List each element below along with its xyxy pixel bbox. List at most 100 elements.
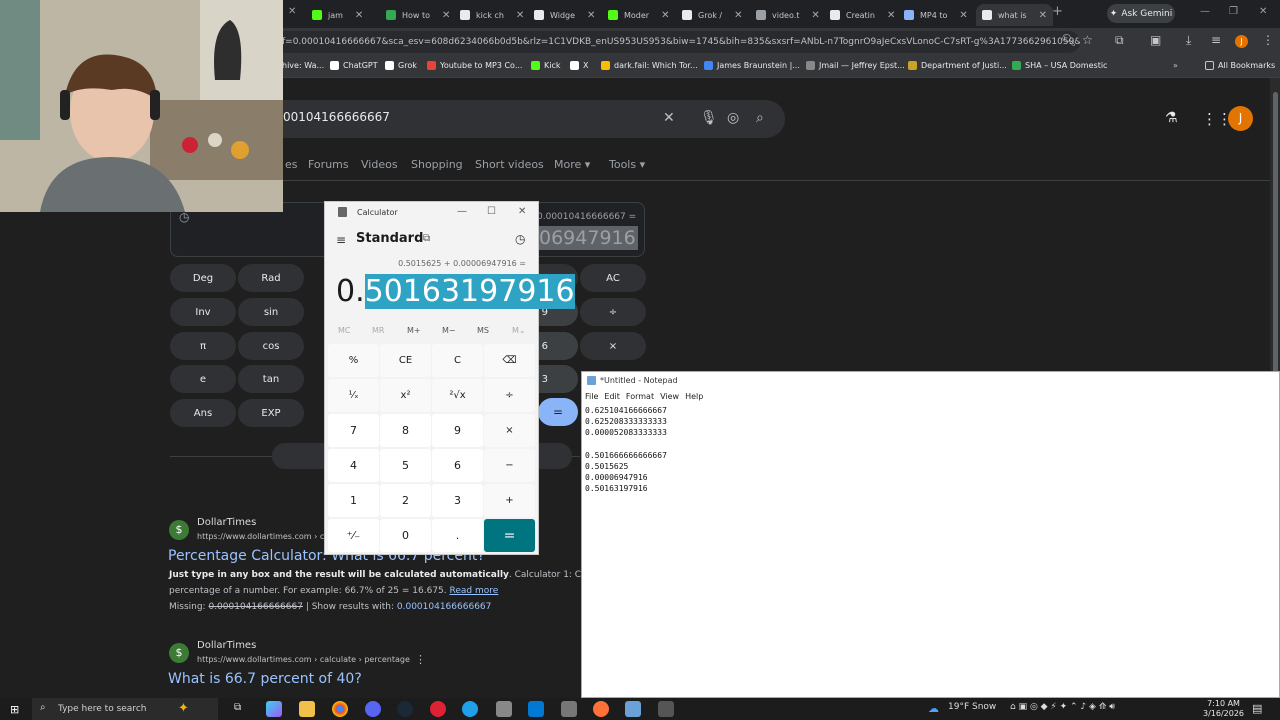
new-tab-icon[interactable]: +	[1052, 4, 1063, 19]
browser-tab[interactable]: video.t ✕	[756, 4, 820, 26]
g-sin-button[interactable]: sin	[238, 298, 304, 326]
g-tan-button[interactable]: tan	[238, 365, 304, 393]
calc-key[interactable]: ÷	[484, 379, 535, 412]
result-site-name[interactable]: DollarTimes	[197, 517, 256, 528]
history-icon[interactable]: ◷	[179, 210, 189, 224]
tab-close-icon[interactable]: ✕	[734, 10, 742, 21]
mem-list-button[interactable]: M⌄	[512, 326, 526, 335]
labs-icon[interactable]: ⚗︎	[1165, 110, 1178, 126]
windows-start-icon[interactable]: ⊞	[10, 703, 19, 716]
mem-store-button[interactable]: MS	[477, 326, 489, 335]
media-icon[interactable]: ≡	[1211, 33, 1221, 47]
tab-close-icon[interactable]: ✕	[959, 10, 967, 21]
app-icon[interactable]	[561, 701, 577, 717]
menu-icon[interactable]: ⋮	[1262, 33, 1274, 47]
tab-shopping[interactable]: Shopping	[411, 158, 463, 171]
bookmark-item[interactable]: ChatGPT	[330, 61, 378, 70]
calc-key[interactable]: ×	[484, 414, 535, 447]
lens-icon[interactable]: ◎	[727, 110, 739, 126]
calc-key[interactable]: −	[484, 449, 535, 482]
download-icon[interactable]: ⤓	[1186, 33, 1191, 48]
menu-edit[interactable]: Edit	[604, 392, 620, 401]
bookmark-item[interactable]: Jmail — Jeffrey Epst...	[806, 61, 905, 70]
bookmark-item[interactable]: hive: Wa...	[282, 61, 324, 70]
browser-tab[interactable]: How to ✕	[386, 4, 450, 26]
show-results-link[interactable]: 0.000104166666667	[397, 602, 491, 612]
restore-icon[interactable]: ❐	[1229, 6, 1238, 17]
address-bar[interactable]: f=0.00010416666667&sca_esv=608d6234066b0…	[270, 31, 1080, 53]
sidebar-icon[interactable]: ▣	[1150, 33, 1161, 47]
tab-more[interactable]: More ▾	[554, 158, 590, 171]
result-menu-icon[interactable]: ⋮	[415, 653, 426, 666]
bookmark-item[interactable]: Grok	[385, 61, 417, 70]
menu-help[interactable]: Help	[685, 392, 703, 401]
mem-recall-button[interactable]: MR	[372, 326, 384, 335]
search-query[interactable]: 00104166666667	[283, 110, 390, 124]
browser-tab[interactable]: kick ch ✕	[460, 4, 524, 26]
browser-tab[interactable]: Grok / ✕	[682, 4, 742, 26]
bookmark-item[interactable]: X	[570, 61, 588, 70]
calc-key[interactable]: 7	[328, 414, 379, 447]
calc-key[interactable]: =	[484, 519, 535, 552]
browser-tab[interactable]: Creatin ✕	[830, 4, 895, 26]
calc-key[interactable]: +	[484, 484, 535, 517]
calc-key[interactable]: 2	[380, 484, 431, 517]
zoom-icon[interactable]: 🔍︎	[1061, 33, 1076, 47]
close-window-icon[interactable]: ✕	[1259, 6, 1267, 17]
hamburger-menu-icon[interactable]: ≡	[336, 233, 346, 247]
g-equals-button[interactable]: =	[538, 398, 578, 426]
clock[interactable]: 7:10 AM 3/16/2026	[1203, 699, 1244, 719]
copilot-icon[interactable]	[266, 701, 282, 717]
notepad-text-area[interactable]: 0.625104166666667 0.625208333333333 0.0000…	[585, 405, 667, 495]
g-divide-button[interactable]: ÷	[580, 298, 646, 326]
browser-tab[interactable]: jam ✕	[312, 4, 363, 26]
calc-close-icon[interactable]: ✕	[518, 206, 526, 217]
calc-key[interactable]: 3	[432, 484, 483, 517]
notification-icon[interactable]: ▤	[1252, 702, 1262, 715]
calc-key[interactable]: 0	[380, 519, 431, 552]
profile-avatar-small[interactable]: J	[1235, 35, 1248, 48]
discord-icon[interactable]	[365, 701, 381, 717]
extensions-icon[interactable]: ⧉	[1115, 33, 1124, 48]
tab-videos[interactable]: Videos	[361, 158, 398, 171]
mem-clear-button[interactable]: MC	[338, 326, 351, 335]
notepad-taskbar-icon[interactable]	[625, 701, 641, 717]
calc-key[interactable]: 4	[328, 449, 379, 482]
tab-close-icon[interactable]: ✕	[442, 10, 450, 21]
app-icon[interactable]	[430, 701, 446, 717]
calc-key[interactable]: 9	[432, 414, 483, 447]
calc-key[interactable]: ¹⁄ₓ	[328, 379, 379, 412]
result-site-name[interactable]: DollarTimes	[197, 640, 256, 651]
search-icon[interactable]: ⌕	[756, 110, 764, 126]
calc-key[interactable]: %	[328, 344, 379, 377]
bookmarks-overflow-icon[interactable]: »	[1173, 61, 1178, 70]
calc-key[interactable]: 1	[328, 484, 379, 517]
browser-tab[interactable]: MP4 to ✕	[904, 4, 968, 26]
tray-icons[interactable]: ⌂ ▣ ◎ ◆ ⚡ ✦ ⌃ ♪ ◈ ⟰ 🔊︎	[1010, 702, 1115, 712]
outlook-icon[interactable]	[528, 701, 544, 717]
calc-key[interactable]: 8	[380, 414, 431, 447]
clear-icon[interactable]: ✕	[663, 110, 675, 126]
bookmark-item[interactable]: James Braunstein |...	[704, 61, 800, 70]
bookmark-item[interactable]: SHA – USA Domestic	[1012, 61, 1107, 70]
mem-subtract-button[interactable]: M−	[442, 326, 456, 335]
mem-add-button[interactable]: M+	[407, 326, 421, 335]
result-selected-text[interactable]: 50163197916	[364, 274, 575, 309]
g-pi-button[interactable]: π	[170, 332, 236, 360]
result-url[interactable]: https://www.dollartimes.com › ca	[197, 532, 329, 541]
calc-key[interactable]: CE	[380, 344, 431, 377]
bookmark-item[interactable]: Youtube to MP3 Co...	[427, 61, 522, 70]
profile-avatar[interactable]: J	[1228, 106, 1253, 131]
browser-tab[interactable]: Moder ✕	[608, 4, 669, 26]
tab-close-icon[interactable]: ✕	[887, 10, 895, 21]
keep-on-top-icon[interactable]: ⧉	[423, 233, 430, 244]
tab-close-icon[interactable]: ✕	[516, 10, 524, 21]
calc-key[interactable]: .	[432, 519, 483, 552]
tab-images[interactable]: es	[285, 158, 298, 171]
weather-icon[interactable]: ☁	[928, 702, 939, 715]
g-rad-button[interactable]: Rad	[238, 264, 304, 292]
calc-key[interactable]: x²	[380, 379, 431, 412]
g-deg-button[interactable]: Deg	[170, 264, 236, 292]
tab-tools[interactable]: Tools ▾	[609, 158, 645, 171]
menu-file[interactable]: File	[585, 392, 598, 401]
